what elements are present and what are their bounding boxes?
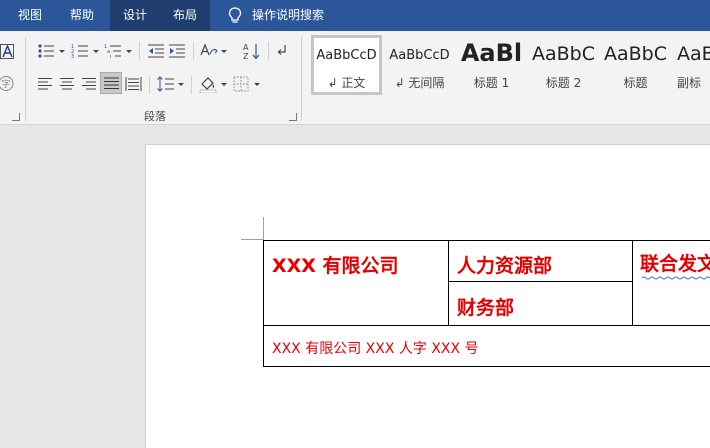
svg-text:i: i bbox=[110, 54, 111, 59]
document-page[interactable]: XXX 有限公司 人力资源部 财务部 联合发文 XXX 有限公司 XXX 人字 … bbox=[145, 144, 710, 448]
borders-icon[interactable] bbox=[233, 76, 249, 92]
table-border bbox=[263, 240, 710, 241]
decrease-indent-icon[interactable] bbox=[147, 43, 165, 59]
document-area: XXX 有限公司 人力资源部 财务部 联合发文 XXX 有限公司 XXX 人字 … bbox=[0, 126, 710, 448]
align-left-icon[interactable] bbox=[37, 77, 53, 91]
multilevel-list-icon[interactable]: 1 a i bbox=[104, 43, 122, 59]
style-name: 标题 1 bbox=[473, 76, 510, 90]
group-divider bbox=[25, 37, 26, 121]
style-name: ↲ 正文 bbox=[327, 76, 366, 90]
line-spacing-dropdown-icon[interactable] bbox=[178, 83, 184, 86]
distributed-icon[interactable] bbox=[125, 76, 142, 92]
svg-text:字: 字 bbox=[1, 78, 10, 90]
enclose-char-icon[interactable]: 字 bbox=[0, 75, 15, 92]
style-name: 标题 bbox=[623, 76, 648, 90]
sort-icon[interactable]: A Z bbox=[243, 42, 261, 60]
style-name: 标题 2 bbox=[545, 76, 582, 90]
company-name-cell[interactable]: XXX 有限公司 bbox=[272, 251, 399, 278]
style-preview: AaBbCcD bbox=[389, 48, 450, 63]
finance-dept-cell[interactable]: 财务部 bbox=[457, 293, 514, 320]
svg-text:3: 3 bbox=[71, 54, 74, 59]
table-border bbox=[632, 240, 633, 326]
bullets-dropdown-icon[interactable] bbox=[59, 50, 65, 53]
tab-help[interactable]: 帮助 bbox=[56, 0, 108, 31]
style-title[interactable]: AaBbC 标题 bbox=[600, 35, 671, 95]
bullets-icon[interactable] bbox=[37, 43, 55, 59]
text-A-icon bbox=[2, 45, 13, 58]
justify-icon bbox=[104, 77, 119, 89]
style-heading-2[interactable]: AaBbC 标题 2 bbox=[528, 35, 599, 95]
paragraph-group-label: 段落 bbox=[144, 110, 166, 123]
style-preview: AaB bbox=[677, 43, 710, 65]
hr-dept-cell[interactable]: 人力资源部 bbox=[457, 251, 552, 278]
row-divider bbox=[139, 42, 140, 60]
justify-button[interactable] bbox=[100, 72, 122, 94]
row-divider bbox=[268, 42, 269, 60]
row-divider bbox=[149, 76, 150, 94]
tab-layout[interactable]: 布局 bbox=[160, 0, 210, 31]
table-border bbox=[263, 325, 710, 326]
joint-issue-cell[interactable]: 联合发文 bbox=[640, 249, 710, 276]
style-normal[interactable]: AaBbCcD ↲ 正文 bbox=[311, 35, 382, 95]
lightbulb-icon bbox=[228, 7, 242, 23]
group-divider bbox=[301, 37, 302, 121]
row-divider bbox=[191, 76, 192, 94]
style-name: 副标 bbox=[677, 76, 702, 90]
ribbon: 字 1 2 3 1 a i A Z 段落 AaBbCcD ↲ 正文 AaBbCc… bbox=[0, 31, 710, 125]
spellcheck-squiggle-icon bbox=[642, 276, 710, 280]
increase-indent-icon[interactable] bbox=[168, 43, 186, 59]
style-heading-1[interactable]: AaBl 标题 1 bbox=[456, 35, 527, 95]
table-border bbox=[448, 281, 633, 282]
char-border-button[interactable] bbox=[0, 44, 14, 59]
table-border bbox=[263, 240, 264, 367]
style-preview: AaBbC bbox=[603, 43, 667, 65]
table-border bbox=[448, 240, 449, 326]
text-direction-icon[interactable] bbox=[200, 43, 218, 59]
line-spacing-icon[interactable] bbox=[157, 76, 175, 92]
text-direction-dropdown-icon[interactable] bbox=[221, 50, 227, 53]
multilevel-dropdown-icon[interactable] bbox=[126, 50, 132, 53]
align-center-icon[interactable] bbox=[59, 77, 75, 91]
tab-design[interactable]: 设计 bbox=[110, 0, 160, 31]
borders-dropdown-icon[interactable] bbox=[254, 83, 260, 86]
font-dialog-launcher-icon[interactable] bbox=[12, 113, 20, 121]
style-name: ↲ 无间隔 bbox=[394, 76, 445, 90]
paragraph-dialog-launcher-icon[interactable] bbox=[289, 113, 297, 121]
style-preview: AaBbC bbox=[531, 43, 595, 65]
crop-mark bbox=[241, 239, 263, 240]
tab-view[interactable]: 视图 bbox=[4, 0, 56, 31]
table-border bbox=[263, 366, 710, 367]
style-subtitle[interactable]: AaB 副标 bbox=[672, 35, 710, 95]
svg-text:A: A bbox=[243, 43, 249, 52]
search-label: 操作说明搜索 bbox=[252, 8, 325, 22]
shading-icon[interactable] bbox=[199, 75, 217, 93]
show-marks-icon[interactable] bbox=[275, 43, 291, 59]
numbering-dropdown-icon[interactable] bbox=[93, 50, 99, 53]
numbering-icon[interactable]: 1 2 3 bbox=[71, 43, 89, 59]
menu-bar: 视图 帮助 设计 布局 操作说明搜索 bbox=[0, 0, 710, 31]
svg-text:Z: Z bbox=[243, 52, 249, 60]
crop-mark bbox=[263, 217, 264, 240]
doc-number-cell[interactable]: XXX 有限公司 XXX 人字 XXX 号 bbox=[272, 338, 479, 358]
style-preview: AaBbCcD bbox=[316, 48, 377, 63]
tell-me-search[interactable]: 操作说明搜索 bbox=[222, 0, 352, 31]
shading-dropdown-icon[interactable] bbox=[221, 83, 227, 86]
style-preview: AaBl bbox=[460, 39, 523, 67]
style-no-spacing[interactable]: AaBbCcD ↲ 无间隔 bbox=[384, 35, 455, 95]
styles-gallery: AaBbCcD ↲ 正文 AaBbCcD ↲ 无间隔 AaBl 标题 1 AaB… bbox=[309, 35, 710, 95]
align-right-icon[interactable] bbox=[81, 77, 97, 91]
row-divider bbox=[193, 42, 194, 60]
